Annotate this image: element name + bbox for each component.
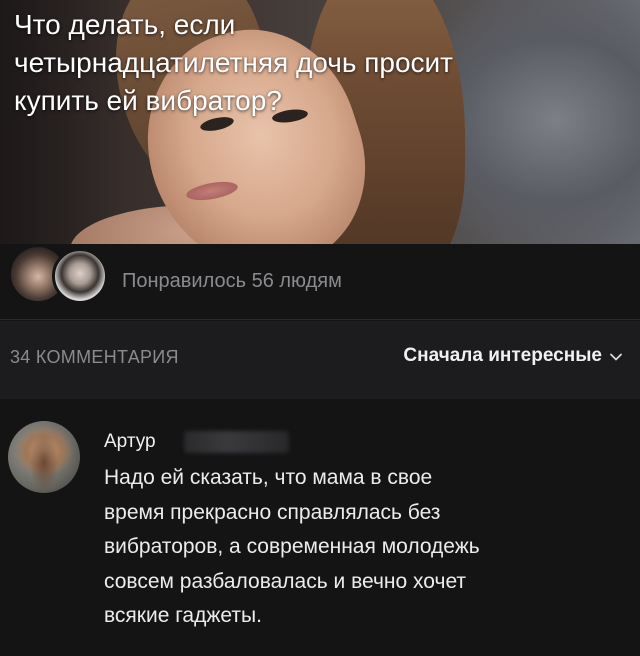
comment-author[interactable]: Артур	[104, 431, 156, 453]
comments-sort-dropdown[interactable]: Сначала интересные	[403, 345, 622, 367]
likes-count-label[interactable]: Понравилось 56 людям	[122, 270, 342, 293]
post-title: Что делать, если четырнадцатилетняя дочь…	[14, 9, 453, 116]
comment-item: Артур Надо ей сказать, что мама в свое в…	[0, 399, 640, 656]
likes-row[interactable]: Понравилось 56 людям	[0, 244, 640, 320]
redacted-surname	[184, 431, 289, 453]
comment-text: Надо ей сказать, что мама в свое время п…	[104, 466, 480, 627]
comments-count: 34 КОММЕНТАРИЯ	[10, 347, 179, 367]
post-image[interactable]: Что делать, если четырнадцатилетняя дочь…	[0, 0, 640, 244]
avatar[interactable]	[8, 421, 80, 493]
sort-label: Сначала интересные	[403, 345, 602, 366]
chevron-down-icon	[610, 353, 622, 361]
liker-avatar[interactable]	[52, 248, 108, 304]
comments-header: 34 КОММЕНТАРИЯ Сначала интересные	[0, 321, 640, 399]
